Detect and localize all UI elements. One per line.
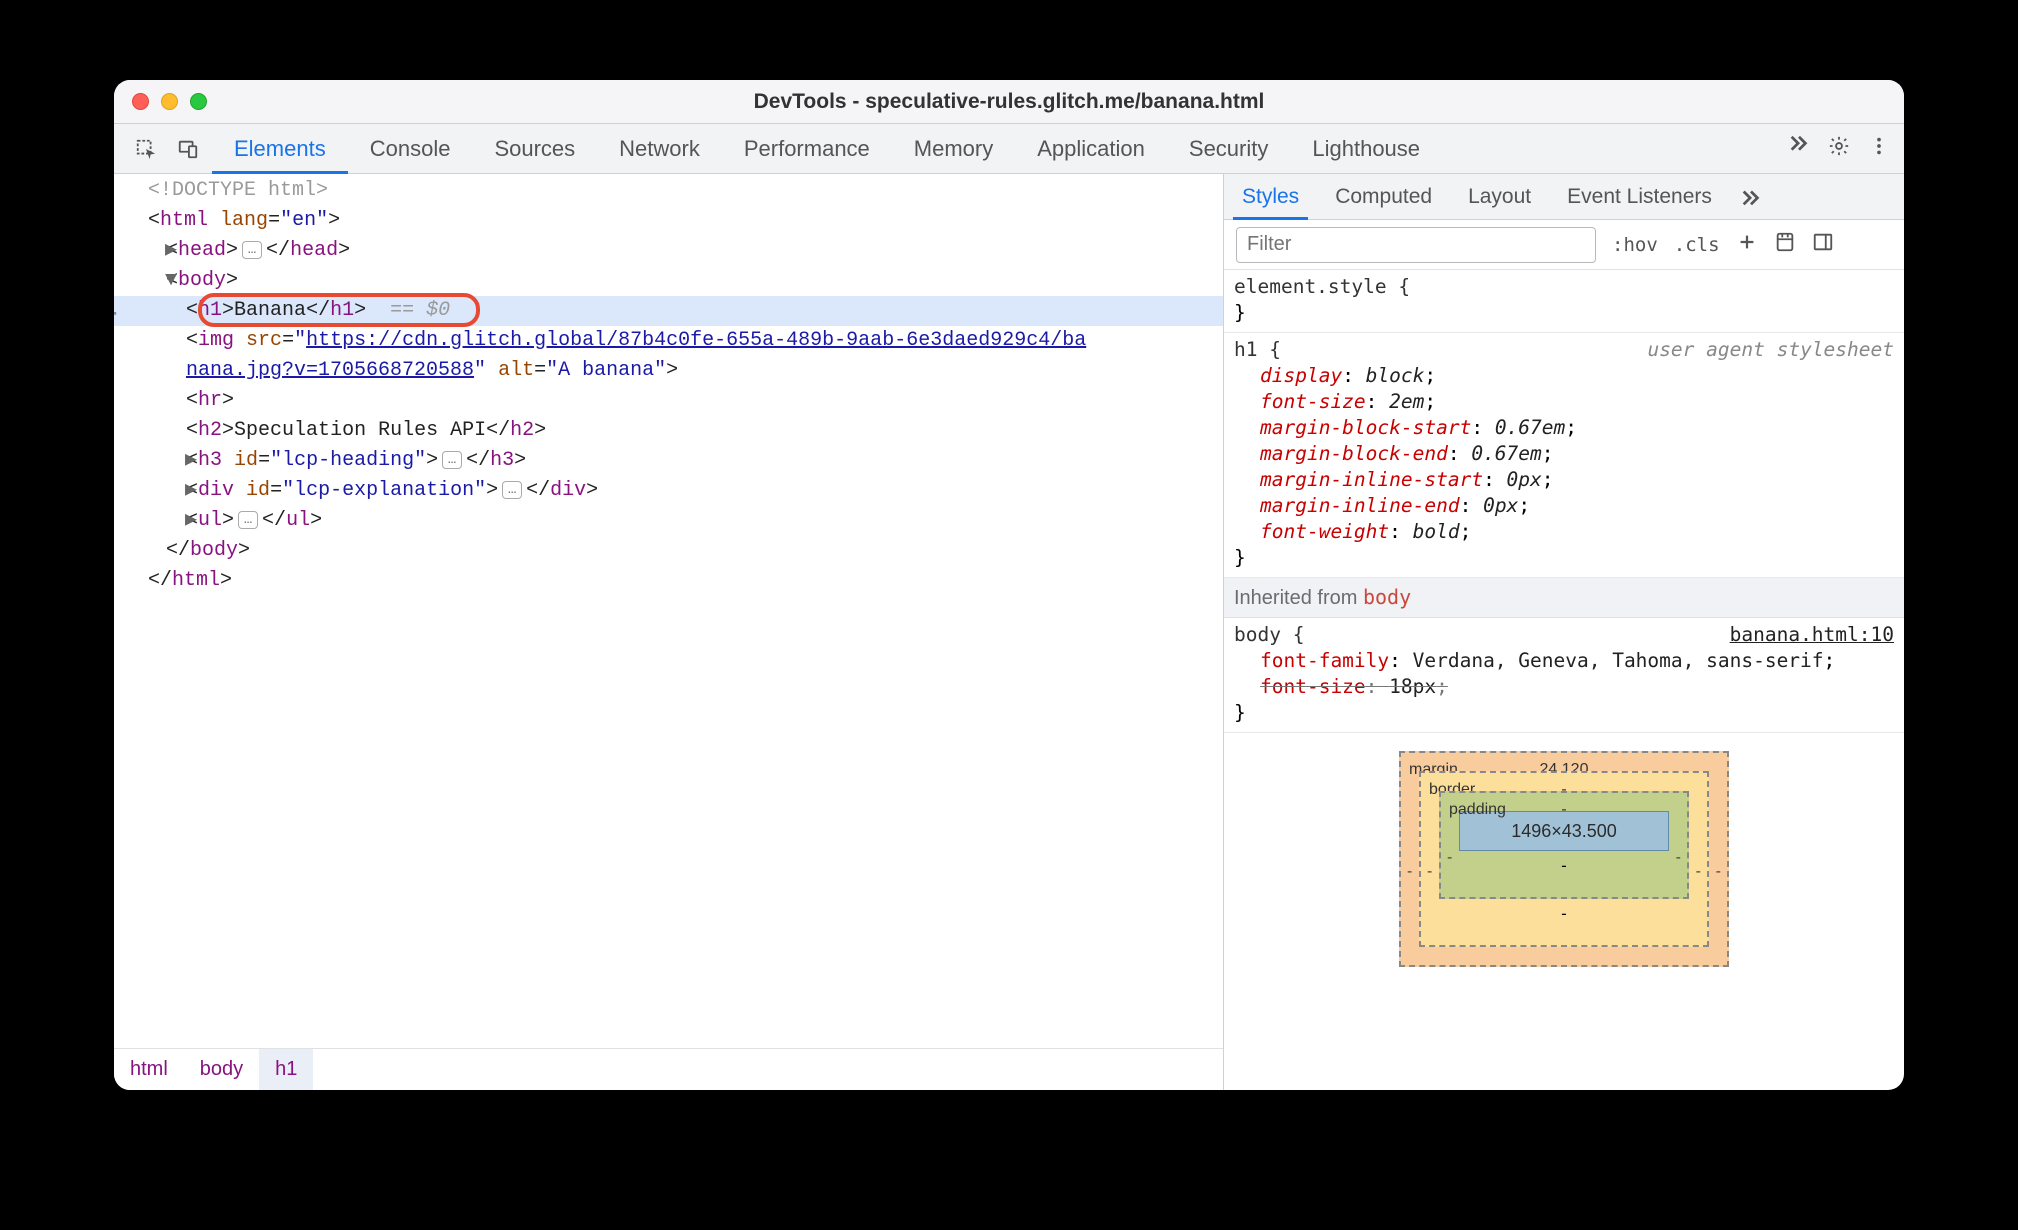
tab-security[interactable]: Security [1167,124,1290,173]
ellipsis-icon[interactable]: … [442,451,462,469]
content-area: <!DOCTYPE html> <html lang="en"> ▶<head>… [114,174,1904,1090]
dom-node-html-close[interactable]: </html> [114,566,1223,596]
hov-toggle[interactable]: :hov [1612,234,1658,256]
dom-node-h3[interactable]: ▶<h3 id="lcp-heading">…</h3> [114,446,1223,476]
titlebar: DevTools - speculative-rules.glitch.me/b… [114,80,1904,124]
more-tabs-icon[interactable] [1788,135,1810,163]
tab-elements[interactable]: Elements [212,124,348,173]
ellipsis-icon[interactable]: … [242,241,262,259]
main-tab-bar: Elements Console Sources Network Perform… [114,124,1904,174]
toggle-render-pane-icon[interactable] [1812,231,1834,259]
dom-node-h2[interactable]: <h2>Speculation Rules API</h2> [114,416,1223,446]
ellipsis-icon[interactable]: … [502,481,522,499]
stab-event-listeners[interactable]: Event Listeners [1549,174,1730,219]
source-link[interactable]: banana.html:10 [1730,622,1894,648]
dom-node-body-close[interactable]: </body> [114,536,1223,566]
styles-filter-input[interactable] [1236,227,1596,263]
rule-body[interactable]: banana.html:10 body { font-family: Verda… [1224,618,1904,733]
stab-layout[interactable]: Layout [1450,174,1549,219]
styles-body: element.style { } user agent stylesheet … [1224,270,1904,1090]
tab-application[interactable]: Application [1015,124,1167,173]
traffic-lights [132,93,207,110]
main-tabs: Elements Console Sources Network Perform… [212,124,1442,173]
css-declaration[interactable]: margin-block-start: 0.67em; [1260,415,1894,441]
stab-computed[interactable]: Computed [1317,174,1450,219]
dom-node-head[interactable]: ▶<head>…</head> [114,236,1223,266]
dom-node-hr[interactable]: <hr> [114,386,1223,416]
css-declaration[interactable]: font-size: 18px; [1260,674,1894,700]
ua-stylesheet-note: user agent stylesheet [1647,337,1894,363]
css-declaration[interactable]: display: block; [1260,363,1894,389]
inspect-element-icon[interactable] [132,135,160,163]
dom-tree[interactable]: <!DOCTYPE html> <html lang="en"> ▶<head>… [114,174,1223,1048]
breadcrumb-body[interactable]: body [184,1049,259,1090]
dom-node-div[interactable]: ▶<div id="lcp-explanation">…</div> [114,476,1223,506]
elements-panel: <!DOCTYPE html> <html lang="en"> ▶<head>… [114,174,1224,1090]
dom-node-html-open[interactable]: <html lang="en"> [114,206,1223,236]
more-stabs-icon[interactable] [1730,174,1772,219]
breadcrumb-h1[interactable]: h1 [259,1049,313,1090]
dom-node-img[interactable]: <img src="https://cdn.glitch.global/87b4… [114,326,1223,356]
dom-node-ul[interactable]: ▶<ul>…</ul> [114,506,1223,536]
more-options-icon[interactable] [1868,135,1890,163]
styles-panel: Styles Computed Layout Event Listeners :… [1224,174,1904,1090]
css-declaration[interactable]: margin-inline-end: 0px; [1260,493,1894,519]
stab-styles[interactable]: Styles [1224,174,1317,219]
css-declaration[interactable]: font-family: Verdana, Geneva, Tahoma, sa… [1260,648,1894,674]
tab-performance[interactable]: Performance [722,124,892,173]
dom-node-doctype[interactable]: <!DOCTYPE html> [114,176,1223,206]
ellipsis-icon[interactable]: … [238,511,258,529]
styles-tab-bar: Styles Computed Layout Event Listeners [1224,174,1904,220]
tab-console[interactable]: Console [348,124,473,173]
window-title: DevTools - speculative-rules.glitch.me/b… [114,90,1904,114]
styles-toolbar: :hov .cls [1224,220,1904,270]
device-toolbar-icon[interactable] [174,135,202,163]
tab-sources[interactable]: Sources [472,124,597,173]
inherited-from-bar: Inherited from body [1224,578,1904,618]
new-style-rule-icon[interactable] [1736,231,1758,259]
settings-icon[interactable] [1828,135,1850,163]
zoom-window-button[interactable] [190,93,207,110]
css-declaration[interactable]: margin-inline-start: 0px; [1260,467,1894,493]
devtools-window: DevTools - speculative-rules.glitch.me/b… [114,80,1904,1090]
rule-h1-ua[interactable]: user agent stylesheet h1 { display: bloc… [1224,333,1904,578]
css-declaration[interactable]: font-size: 2em; [1260,389,1894,415]
tab-memory[interactable]: Memory [892,124,1015,173]
css-declaration[interactable]: font-weight: bold; [1260,519,1894,545]
close-window-button[interactable] [132,93,149,110]
computed-styles-sidebar-icon[interactable] [1774,231,1796,259]
cls-toggle[interactable]: .cls [1674,234,1720,256]
breadcrumb-bar: html body h1 [114,1048,1223,1090]
css-declaration[interactable]: margin-block-end: 0.67em; [1260,441,1894,467]
rule-element-style[interactable]: element.style { } [1224,270,1904,333]
box-model-diagram[interactable]: margin 24.120 - - border - - - padding - [1224,733,1904,967]
tab-lighthouse[interactable]: Lighthouse [1290,124,1442,173]
tab-network[interactable]: Network [597,124,722,173]
breadcrumb-html[interactable]: html [114,1049,184,1090]
minimize-window-button[interactable] [161,93,178,110]
dom-node-img-cont[interactable]: nana.jpg?v=1705668720588" alt="A banana"… [114,356,1223,386]
dom-node-h1-selected[interactable]: ⋯ <h1>Banana</h1> == $0 [114,296,1223,326]
dom-node-body-open[interactable]: ▼<body> [114,266,1223,296]
